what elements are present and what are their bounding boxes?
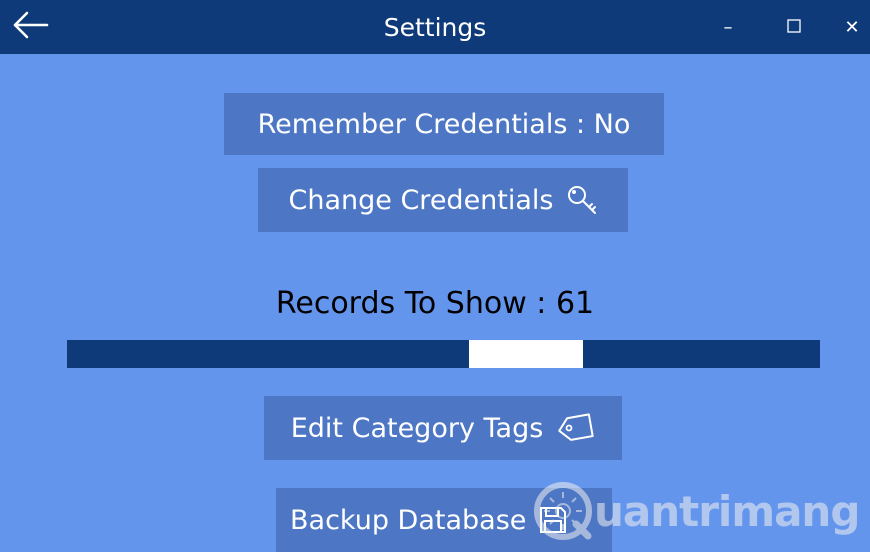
change-credentials-button[interactable]: Change Credentials	[258, 168, 628, 232]
watermark-text: uantrimang	[594, 486, 860, 536]
arrow-left-icon	[11, 10, 49, 44]
minimize-button[interactable]: –	[704, 0, 752, 54]
records-to-show-label: Records To Show : 61	[275, 285, 595, 321]
maximize-button[interactable]	[770, 0, 818, 54]
remember-credentials-label: Remember Credentials : No	[257, 108, 631, 140]
title-bar: Settings – ✕	[0, 0, 870, 54]
close-icon: ✕	[844, 16, 860, 38]
backup-database-button[interactable]: Backup Database	[276, 488, 612, 552]
records-slider[interactable]	[67, 340, 820, 368]
back-button[interactable]	[8, 8, 52, 46]
edit-category-tags-button[interactable]: Edit Category Tags	[264, 396, 622, 460]
tag-icon	[555, 413, 595, 443]
close-button[interactable]: ✕	[834, 0, 870, 54]
remember-credentials-button[interactable]: Remember Credentials : No	[224, 93, 664, 155]
backup-database-label: Backup Database	[290, 504, 527, 536]
slider-thumb[interactable]	[469, 340, 583, 368]
save-icon	[538, 505, 568, 535]
change-credentials-label: Change Credentials	[288, 184, 554, 216]
key-icon	[566, 184, 598, 216]
minimize-icon: –	[723, 16, 733, 38]
edit-category-tags-label: Edit Category Tags	[290, 412, 544, 444]
square-icon	[787, 18, 801, 37]
